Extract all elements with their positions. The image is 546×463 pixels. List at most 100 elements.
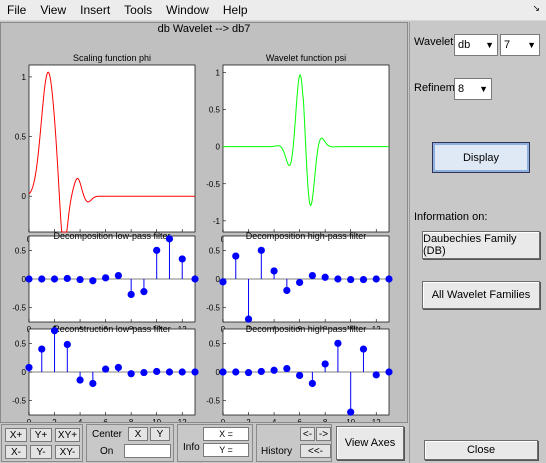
daubechies-family-button[interactable]: Daubechies Family (DB)	[422, 231, 540, 259]
history-back-button[interactable]: <-	[300, 427, 315, 441]
y-tick-label: -0.5	[206, 180, 220, 189]
plot-title-3: Decomposition high-pass filter	[246, 231, 367, 241]
x-tick-label: 12	[372, 418, 381, 422]
y-tick-label: 0	[22, 368, 27, 377]
stem-marker-4	[76, 275, 84, 284]
wavelet-order-select[interactable]: 7 ▼	[500, 34, 540, 56]
dock-arrow-icon[interactable]: ↘	[532, 3, 540, 14]
stem-marker-1	[38, 345, 46, 353]
stem-marker-2	[244, 315, 253, 323]
stem-marker-7	[308, 379, 316, 388]
stem-marker-4	[270, 366, 278, 374]
x-minus-button[interactable]: X-	[5, 445, 27, 459]
x-tick-label: 6	[297, 418, 302, 422]
plot-title-2: Decomposition low-pass filter	[53, 231, 170, 241]
center-y-button[interactable]: Y	[150, 427, 170, 441]
history-forward-button[interactable]: ->	[316, 427, 331, 441]
y-tick-label: -0.5	[206, 304, 220, 313]
stem-marker-6	[102, 274, 110, 282]
information-label: Information on:	[414, 211, 488, 223]
stem-marker-12	[178, 255, 186, 263]
stem-marker-13	[191, 368, 199, 376]
y-tick-label: 0	[22, 192, 27, 201]
plot-title-4: Reconstruction low-pass filter	[53, 324, 171, 334]
menu-view[interactable]: View	[33, 3, 73, 17]
y-tick-label: 0.5	[209, 339, 221, 348]
stem-marker-6	[296, 278, 304, 287]
y-minus-button[interactable]: Y-	[30, 445, 52, 459]
menu-insert[interactable]: Insert	[73, 3, 117, 17]
wavelet-label: Wavelet	[414, 36, 454, 48]
stem-marker-12	[372, 275, 380, 283]
y-tick-label: -1	[213, 217, 221, 226]
stem-marker-10	[153, 246, 161, 254]
y-tick-label: -0.5	[12, 397, 26, 406]
stem-marker-7	[114, 271, 122, 280]
stem-marker-8	[127, 370, 135, 378]
refinement-value: 8	[458, 83, 465, 95]
stem-marker-1	[38, 275, 46, 283]
stem-marker-10	[153, 367, 161, 376]
stem-marker-9	[334, 339, 342, 347]
stem-marker-2	[244, 368, 253, 377]
stem-marker-9	[334, 275, 342, 283]
stem-marker-13	[385, 275, 393, 283]
refinement-select[interactable]: 8 ▼	[454, 78, 492, 100]
x-tick-label: 8	[323, 418, 328, 422]
x-tick-label: 2	[246, 418, 251, 422]
chevron-down-icon: ▼	[485, 40, 494, 50]
stem-marker-0	[25, 275, 33, 283]
stem-marker-6	[102, 365, 110, 373]
plots-canvas: 02468101200.51Scaling function phi024681…	[12, 53, 393, 422]
y-readout: Y =	[203, 443, 249, 457]
stem-marker-6	[296, 371, 304, 380]
center-label: Center	[92, 429, 123, 440]
y-plus-button[interactable]: Y+	[30, 428, 52, 442]
stem-marker-11	[359, 345, 368, 353]
stem-marker-4	[270, 267, 278, 275]
history-label: History	[261, 446, 293, 457]
y-tick-label: 0.5	[209, 246, 221, 255]
menu-file[interactable]: File	[0, 3, 33, 17]
center-x-button[interactable]: X	[128, 427, 148, 441]
stem-marker-3	[63, 274, 71, 283]
wavelet-family-select[interactable]: db ▼	[454, 34, 498, 56]
stem-marker-0	[25, 363, 33, 372]
info-label: Info	[183, 442, 200, 453]
xy-plus-button[interactable]: XY+	[55, 428, 80, 442]
x-tick-label: 0	[27, 418, 32, 422]
stem-marker-7	[114, 363, 122, 372]
display-button[interactable]: Display	[432, 142, 530, 173]
y-tick-label: -0.5	[12, 304, 26, 313]
y-tick-label: -0.5	[206, 397, 220, 406]
stem-marker-2	[50, 275, 59, 283]
view-axes-button[interactable]: View Axes	[336, 426, 404, 460]
y-tick-label: 1	[22, 73, 27, 82]
x-tick-label: 4	[78, 418, 83, 422]
menu-window[interactable]: Window	[159, 3, 216, 17]
history-first-button[interactable]: <<-	[300, 444, 331, 458]
plot-panel: db Wavelet --> db7 02468101200.51Scaling…	[0, 22, 408, 423]
stem-marker-8	[321, 360, 329, 368]
x-tick-label: 4	[272, 418, 277, 422]
stem-marker-0	[219, 278, 227, 286]
stem-marker-13	[385, 368, 393, 376]
stem-marker-8	[127, 290, 135, 299]
x-readout: X =	[203, 427, 249, 441]
xy-minus-button[interactable]: XY-	[55, 445, 80, 459]
x-tick-label: 12	[178, 418, 187, 422]
all-wavelet-families-button[interactable]: All Wavelet Families	[422, 281, 540, 309]
x-plus-button[interactable]: X+	[5, 428, 27, 442]
menu-tools[interactable]: Tools	[117, 3, 159, 17]
x-tick-label: 10	[346, 418, 355, 422]
center-on-label: On	[100, 446, 114, 457]
menu-help[interactable]: Help	[216, 3, 255, 17]
close-button[interactable]: Close	[424, 440, 538, 460]
stem-marker-3	[63, 340, 71, 349]
stem-marker-8	[321, 273, 329, 281]
wavelet-family-value: db	[458, 39, 471, 51]
x-tick-label: 8	[129, 418, 134, 422]
stem-marker-3	[257, 367, 265, 376]
y-tick-label: 0.5	[15, 133, 27, 142]
center-on-field[interactable]	[124, 444, 171, 458]
